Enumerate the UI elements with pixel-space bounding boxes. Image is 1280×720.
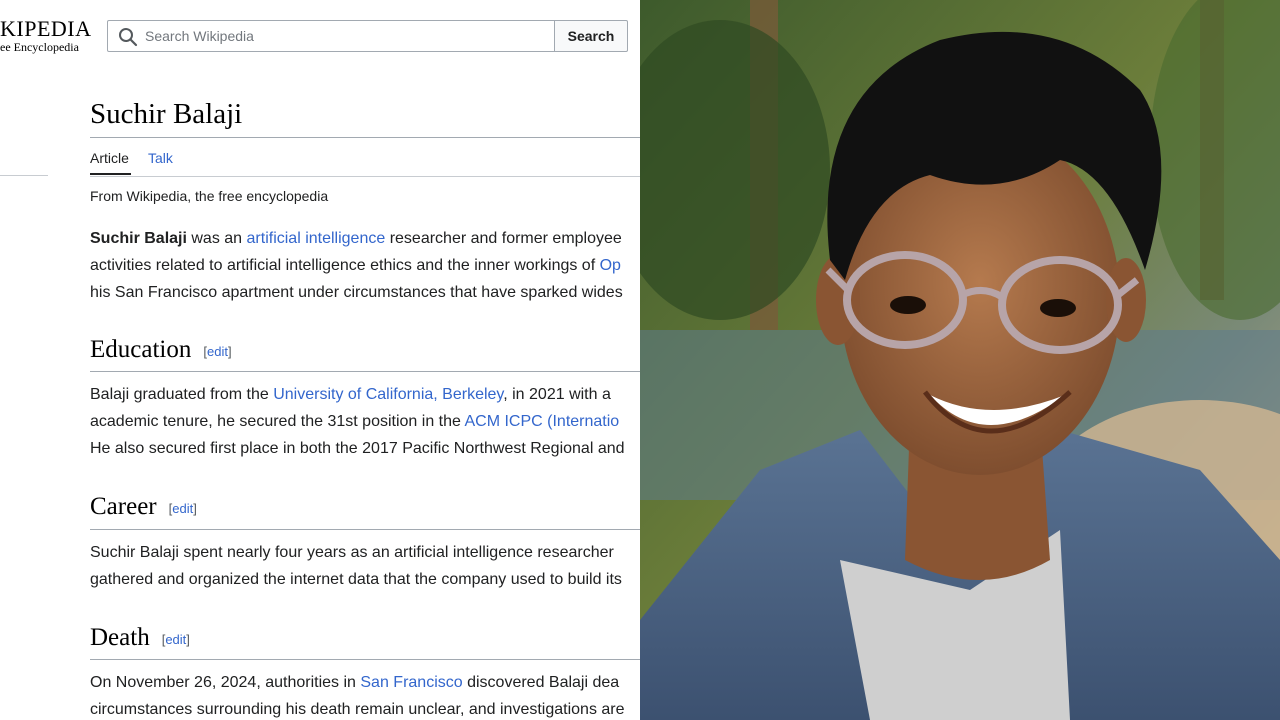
edit-section: [edit] — [161, 631, 190, 647]
section-heading-education: Education [edit] — [90, 336, 232, 364]
section-heading-career: Career [edit] — [90, 493, 197, 521]
heading-text: Death — [90, 624, 150, 651]
title-divider — [90, 137, 640, 138]
portrait-illustration — [640, 0, 1280, 720]
section-divider — [90, 529, 640, 530]
section-heading-death: Death [edit] — [90, 624, 190, 652]
edit-link[interactable]: edit — [165, 632, 186, 647]
search-icon — [119, 28, 138, 47]
link-artificial-intelligence[interactable]: artificial intelligence — [247, 230, 386, 247]
education-text: Balaji graduated from the — [90, 386, 274, 403]
tab-article[interactable]: Article — [90, 150, 129, 166]
edit-section: [edit] — [203, 343, 232, 359]
death-text: On November 26, 2024, authorities in — [90, 674, 361, 691]
career-line-2: gathered and organized the internet data… — [90, 571, 622, 588]
tab-talk[interactable]: Talk — [148, 150, 173, 166]
death-text: discovered Balaji dea — [462, 674, 620, 691]
section-divider — [90, 659, 640, 660]
edit-link[interactable]: edit — [207, 344, 228, 359]
link-san-francisco[interactable]: San Francisco — [360, 674, 462, 691]
search-input[interactable] — [145, 21, 545, 51]
link-acm-icpc[interactable]: ACM ICPC (Internatio — [464, 413, 619, 430]
subject-name: Suchir Balaji — [90, 230, 187, 247]
education-paragraph: Balaji graduated from the University of … — [90, 381, 640, 462]
active-tab-indicator — [90, 173, 131, 175]
intro-line-1: Suchir Balaji was an artificial intellig… — [90, 225, 640, 252]
search-box — [107, 20, 555, 52]
intro-line-2: activities related to artificial intelli… — [90, 252, 640, 279]
career-paragraph: Suchir Balaji spent nearly four years as… — [90, 539, 640, 593]
education-line-3: He also secured first place in both the … — [90, 440, 625, 457]
link-uc-berkeley[interactable]: University of California, Berkeley — [273, 386, 503, 403]
edit-section: [edit] — [168, 500, 197, 516]
education-text: academic tenure, he secured the 31st pos… — [90, 413, 465, 430]
education-text: , in 2021 with a — [503, 386, 611, 403]
site-subtitle: From Wikipedia, the free encyclopedia — [90, 188, 329, 204]
logo-tagline: ee Encyclopedia — [0, 40, 79, 54]
career-line-1: Suchir Balaji spent nearly four years as… — [90, 544, 614, 561]
intro-line-3: his San Francisco apartment under circum… — [90, 284, 623, 301]
intro-paragraph: Suchir Balaji was an artificial intellig… — [90, 225, 640, 306]
intro-text: was an — [186, 230, 247, 247]
heading-text: Career — [90, 493, 157, 520]
search-button[interactable]: Search — [555, 20, 628, 52]
intro-text: researcher and former employee — [385, 230, 622, 247]
intro-text: activities related to artificial intelli… — [90, 257, 600, 274]
page-title: Suchir Balaji — [90, 98, 243, 130]
education-line-2: academic tenure, he secured the 31st pos… — [90, 408, 640, 435]
education-line-1: Balaji graduated from the University of … — [90, 381, 640, 408]
logo-wordmark: KIPEDIA — [0, 16, 92, 41]
death-line-2: circumstances surrounding his death rema… — [90, 701, 625, 718]
portrait-photo — [640, 0, 1280, 720]
section-divider — [90, 371, 640, 372]
sidebar-divider — [0, 175, 48, 176]
death-line-1: On November 26, 2024, authorities in San… — [90, 669, 640, 696]
wikipedia-page: KIPEDIA ee Encyclopedia Search Suchir Ba… — [0, 0, 640, 720]
link-openai[interactable]: Op — [600, 257, 621, 274]
heading-text: Education — [90, 336, 192, 363]
tabs-divider — [90, 176, 640, 177]
death-paragraph: On November 26, 2024, authorities in San… — [90, 669, 640, 720]
edit-link[interactable]: edit — [172, 501, 193, 516]
